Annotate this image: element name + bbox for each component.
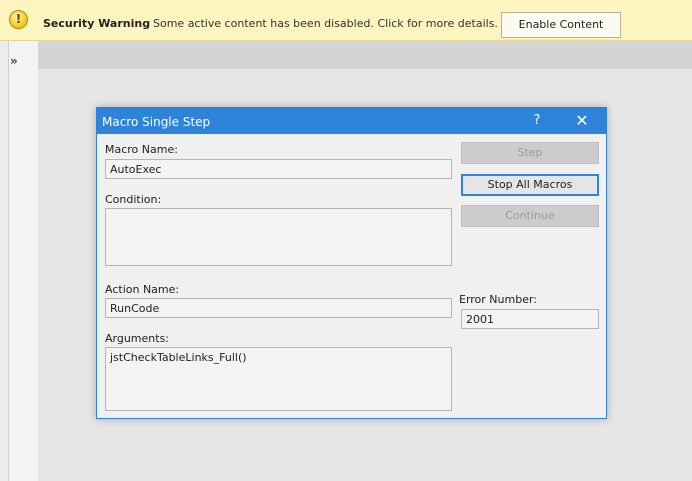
navigation-pane: »	[0, 41, 38, 481]
dialog-titlebar[interactable]: Macro Single Step ? ✕	[97, 108, 606, 134]
expand-chevron-icon[interactable]: »	[10, 54, 18, 68]
step-button[interactable]: Step	[461, 142, 599, 164]
security-warning-text[interactable]: Some active content has been disabled. C…	[153, 17, 498, 30]
macro-name-field[interactable]: AutoExec	[105, 159, 452, 179]
arguments-label: Arguments:	[105, 332, 170, 345]
security-message-bar[interactable]: ! Security Warning Some active content h…	[0, 0, 692, 41]
continue-button[interactable]: Continue	[461, 205, 599, 227]
condition-label: Condition:	[105, 193, 162, 206]
close-icon[interactable]: ✕	[571, 111, 593, 131]
security-warning-title: Security Warning	[43, 17, 151, 30]
workspace-tab-strip	[38, 41, 692, 69]
help-icon[interactable]: ?	[527, 112, 547, 130]
navigation-pane-strip[interactable]	[8, 41, 38, 481]
condition-field[interactable]	[105, 208, 452, 266]
macro-single-step-dialog: Macro Single Step ? ✕ Macro Name: AutoEx…	[96, 107, 607, 419]
error-number-field[interactable]: 2001	[461, 309, 599, 329]
stop-all-macros-button[interactable]: Stop All Macros	[461, 174, 599, 196]
action-name-label: Action Name:	[105, 283, 180, 296]
dialog-title: Macro Single Step	[102, 115, 211, 129]
enable-content-button[interactable]: Enable Content	[501, 12, 621, 38]
action-name-field[interactable]: RunCode	[105, 298, 452, 318]
arguments-field[interactable]: jstCheckTableLinks_Full()	[105, 347, 452, 411]
error-number-label: Error Number:	[459, 293, 538, 306]
warning-icon: !	[9, 10, 28, 29]
macro-name-label: Macro Name:	[105, 143, 178, 156]
